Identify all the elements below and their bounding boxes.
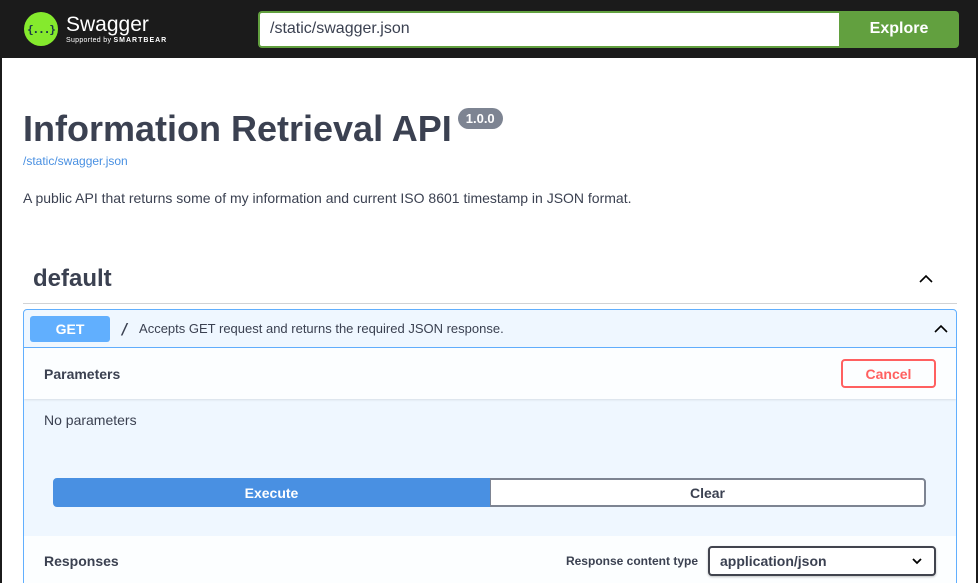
explore-button[interactable]: Explore <box>839 10 959 48</box>
tag-name: default <box>33 264 112 292</box>
parameters-header: Parameters Cancel <box>24 348 956 399</box>
responses-header: Responses Response content type applicat… <box>24 536 956 583</box>
title-row: Information Retrieval API 1.0.0 <box>23 108 976 150</box>
swagger-brand-link[interactable]: {...} Swagger Supported by SMARTBEAR <box>24 12 258 46</box>
spec-url-input[interactable] <box>258 10 839 48</box>
chevron-up-icon[interactable] <box>919 272 933 286</box>
parameters-title: Parameters <box>44 365 121 382</box>
clear-button[interactable]: Clear <box>490 478 926 507</box>
operation-summary[interactable]: GET / Accepts GET request and returns th… <box>24 310 956 348</box>
cancel-button[interactable]: Cancel <box>841 359 936 388</box>
execute-button-group: Execute Clear <box>53 478 926 507</box>
responses-title: Responses <box>44 553 119 569</box>
execute-button[interactable]: Execute <box>53 478 490 507</box>
response-content-type: Response content type application/json <box>566 546 936 576</box>
version-badge: 1.0.0 <box>457 108 503 129</box>
swagger-logo-icon: {...} <box>24 12 58 46</box>
response-content-type-value: application/json <box>720 553 827 569</box>
swagger-page: {...} Swagger Supported by SMARTBEAR Exp… <box>0 0 978 583</box>
chevron-down-icon <box>912 558 922 565</box>
operation-get-root: GET / Accepts GET request and returns th… <box>23 309 957 583</box>
no-parameters-text: No parameters <box>44 412 137 428</box>
brand-sub-name: SMARTBEAR <box>113 37 168 44</box>
brand-subtitle: Supported by SMARTBEAR <box>66 37 167 44</box>
spec-url-link[interactable]: /static/swagger.json <box>23 154 976 168</box>
tag-section-default[interactable]: default <box>23 254 957 304</box>
api-description: A public API that returns some of my inf… <box>23 190 632 206</box>
operation-summary-text: Accepts GET request and returns the requ… <box>139 321 504 336</box>
api-info: Information Retrieval API 1.0.0 /static/… <box>2 58 976 206</box>
spec-url-form: Explore <box>258 10 959 48</box>
brand-text: Swagger Supported by SMARTBEAR <box>66 13 167 45</box>
method-badge: GET <box>30 315 110 342</box>
response-content-type-label: Response content type <box>565 554 698 568</box>
response-content-type-select[interactable]: application/json <box>708 546 936 576</box>
operation-path: / <box>120 319 130 338</box>
brand-name: Swagger <box>66 13 149 36</box>
api-title: Information Retrieval API <box>23 108 452 149</box>
brand-sub-prefix: Supported by <box>66 37 112 44</box>
parameters-body: No parameters Execute Clear <box>24 399 956 536</box>
topbar: {...} Swagger Supported by SMARTBEAR Exp… <box>2 0 976 58</box>
chevron-up-icon[interactable] <box>934 322 948 336</box>
